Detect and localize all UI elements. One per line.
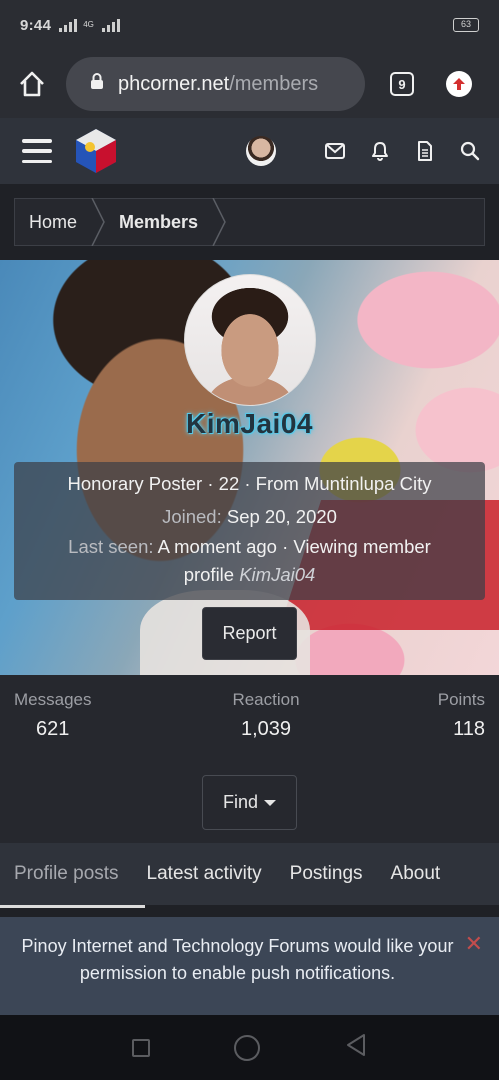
back-button[interactable] [345,1033,367,1062]
profile-title-line: Honorary Poster · 22 · From Muntinlupa C… [67,473,432,494]
tab-about[interactable]: About [391,843,441,905]
status-time: 9:44 [20,16,52,34]
last-seen-label: Last seen: [68,536,154,557]
profile-banner: KimJai04 Honorary Poster · 22 · From Mun… [0,260,499,675]
last-seen-user-link[interactable]: KimJai04 [239,564,315,585]
site-header [0,118,499,184]
points-value: 118 [453,718,485,740]
mail-icon[interactable] [324,140,346,162]
profile-tabs: Profile posts Latest activity Postings A… [0,843,499,917]
find-label: Find [222,792,258,812]
find-button[interactable]: Find [202,775,297,830]
reaction-label: Reaction [232,690,300,709]
active-tab-indicator [0,905,145,908]
home-button[interactable] [234,1034,261,1061]
points-label: Points [437,690,485,709]
tab-latest-activity[interactable]: Latest activity [147,843,262,905]
battery-icon: 63 [453,18,479,32]
tab-switcher-button[interactable]: 9 [390,72,414,96]
tab-strip [0,905,499,917]
close-icon[interactable]: ✕ [465,931,483,957]
chevron-right-icon [91,198,105,246]
push-notification-banner[interactable]: Pinoy Internet and Technology Forums wou… [0,917,499,1015]
profile-username: KimJai04 [186,408,313,439]
url-bar[interactable]: phcorner.net/members [66,57,365,111]
last-seen-value-2: profile [183,564,235,585]
joined-value: Sep 20, 2020 [226,506,337,527]
signal-icon-2 [101,18,120,32]
breadcrumb-home[interactable]: Home [15,199,91,245]
url-path: /members [229,72,319,95]
profile-avatar[interactable] [184,274,316,406]
tab-postings[interactable]: Postings [290,843,363,905]
site-logo[interactable] [72,127,120,175]
home-icon[interactable] [13,65,51,103]
tab-profile-posts[interactable]: Profile posts [0,843,133,917]
notification-text: Pinoy Internet and Technology Forums wou… [21,936,454,983]
lock-icon [90,72,104,96]
points-stat[interactable]: Points 118 [438,690,485,741]
browser-toolbar: phcorner.net/members 9 [0,50,499,118]
last-seen-value: A moment ago · Viewing member [157,536,431,557]
bell-icon[interactable] [369,140,391,162]
network-type: 4G [83,20,94,29]
breadcrumb-container: Home Members [0,184,499,260]
reaction-stat: Reaction 1,039 [0,690,499,741]
system-nav-bar [0,1015,499,1080]
recents-button[interactable] [132,1038,151,1057]
breadcrumb-members[interactable]: Members [105,199,212,245]
signal-icon [59,18,78,32]
caret-down-icon [264,799,276,806]
menu-icon[interactable] [22,139,52,163]
joined-label: Joined: [162,506,222,527]
search-icon[interactable] [459,140,481,162]
document-icon[interactable] [414,140,436,162]
reaction-value: 1,039 [240,718,292,740]
status-bar: 9:44 4G 63 [0,0,499,50]
url-host: phcorner.net [118,72,230,95]
report-button[interactable]: Report [202,607,297,660]
chevron-right-icon [212,198,226,246]
avatar[interactable] [246,136,276,166]
update-icon[interactable] [446,71,472,97]
breadcrumb: Home Members [14,198,485,246]
member-stats: Messages 621 Reaction 1,039 Points 118 F… [0,675,499,843]
profile-info-box: Honorary Poster · 22 · From Muntinlupa C… [14,462,485,600]
